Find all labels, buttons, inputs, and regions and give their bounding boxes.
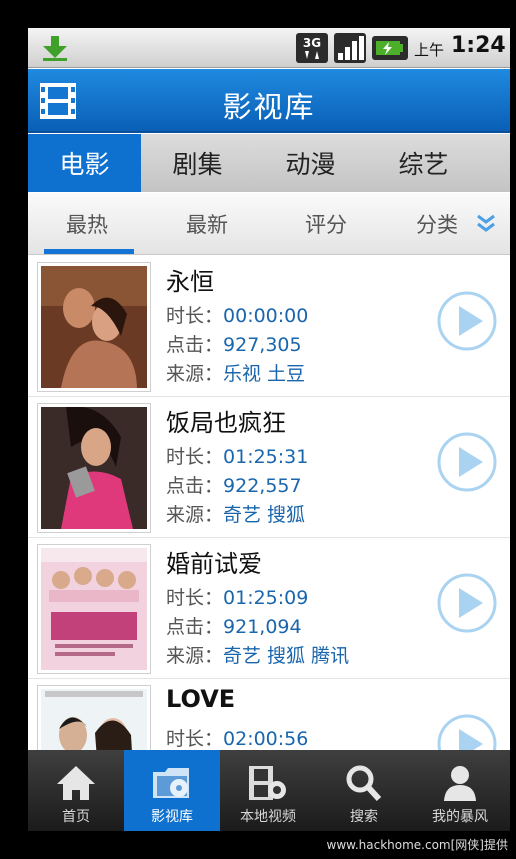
sort-tabs: 最热 最新 评分 分类 [28,193,510,255]
duration-label: 时长： [166,446,224,468]
sort-tab-rating[interactable]: 评分 [305,209,347,239]
movie-title[interactable]: 婚前试爱 [166,544,262,579]
nav-label: 搜索 [350,809,378,825]
source-line: 来源：奇艺 搜狐 [166,500,305,527]
title-bar: 影视库 [28,69,510,133]
signal-icon [334,33,366,63]
poster-image [41,689,147,750]
nav-library[interactable]: 影视库 [124,750,220,831]
list-item[interactable]: 婚前试爱 时长：01:25:09 点击：921,094 来源：奇艺 搜狐 腾讯 [28,538,510,679]
duration-value: 01:25:31 [223,446,309,468]
duration-line: 时长：00:00:00 [166,301,308,328]
nav-label: 本地视频 [240,809,296,825]
source-value[interactable]: 乐视 土豆 [223,363,305,385]
source-label: 来源： [166,363,224,385]
clicks-value: 927,305 [223,334,302,356]
clicks-value: 922,557 [223,475,302,497]
source-value[interactable]: 奇艺 搜狐 腾讯 [223,645,349,667]
movie-poster[interactable] [37,262,151,392]
nav-label: 我的暴风 [432,809,488,825]
duration-value: 02:00:56 [223,728,309,750]
tab-anime[interactable]: 动漫 [254,134,367,192]
sort-tab-category[interactable]: 分类 [416,209,458,239]
tab-variety[interactable]: 综艺 [367,134,480,192]
source-line: 来源：奇艺 搜狐 腾讯 [166,641,349,668]
duration-value: 01:25:09 [223,587,309,609]
movie-poster[interactable] [37,403,151,533]
duration-line: 时长：01:25:31 [166,442,308,469]
source-value[interactable]: 奇艺 搜狐 [223,504,305,526]
play-icon[interactable] [436,713,498,750]
page-title: 影视库 [222,90,316,124]
play-icon[interactable] [436,431,498,493]
nav-local-video[interactable]: 本地视频 [220,750,316,831]
film-gear-icon [249,766,286,800]
search-icon [346,765,382,802]
sort-tab-hottest[interactable]: 最热 [66,209,108,239]
movie-poster[interactable] [37,544,151,674]
am-pm-label: 上午 [414,41,445,59]
phone-screen: 3G 上午 1:24 影视库 电影 剧集 动漫 综艺 最热 最新 评分 分类 永… [28,28,510,831]
clicks-line: 点击：921,094 [166,612,302,639]
clicks-value: 921,094 [223,616,302,638]
duration-value: 00:00:00 [223,305,309,327]
movie-list: 永恒 时长：00:00:00 点击：927,305 来源：乐视 土豆 饭局也疯狂 [28,256,510,750]
network-3g-icon: 3G [296,33,328,63]
battery-charging-icon [372,36,408,60]
poster-image [41,407,147,529]
duration-line: 时长：02:00:56 [166,724,308,750]
nav-label: 影视库 [151,809,193,825]
category-tabs: 电影 剧集 动漫 综艺 [28,134,510,192]
tab-movies[interactable]: 电影 [28,134,141,192]
clicks-label: 点击： [166,616,224,638]
sort-tab-newest[interactable]: 最新 [186,209,228,239]
play-icon[interactable] [436,290,498,352]
user-icon [444,766,476,801]
nav-home[interactable]: 首页 [28,750,124,831]
duration-line: 时长：01:25:09 [166,583,308,610]
movie-title[interactable]: LOVE [166,685,235,713]
clock: 1:24 [451,33,506,58]
watermark: www.hackhome.com[网侠]提供 [326,838,509,852]
tab-series[interactable]: 剧集 [141,134,254,192]
clicks-line: 点击：922,557 [166,471,302,498]
movie-title[interactable]: 永恒 [166,262,214,297]
list-item[interactable]: 饭局也疯狂 时长：01:25:31 点击：922,557 来源：奇艺 搜狐 [28,397,510,538]
play-icon[interactable] [436,572,498,634]
bottom-nav: 首页 影视库 本地视频 搜索 我的暴风 [28,750,510,831]
network-label: 3G [303,36,321,50]
duration-label: 时长： [166,305,224,327]
nav-my-account[interactable]: 我的暴风 [412,750,508,831]
source-label: 来源： [166,645,224,667]
clicks-label: 点击： [166,475,224,497]
home-icon [57,766,95,800]
nav-search[interactable]: 搜索 [316,750,412,831]
poster-image [41,266,147,388]
list-item[interactable]: 永恒 时长：00:00:00 点击：927,305 来源：乐视 土豆 [28,256,510,397]
source-line: 来源：乐视 土豆 [166,359,305,386]
movie-poster[interactable] [37,685,151,750]
download-icon [43,36,67,61]
nav-label: 首页 [62,809,90,825]
status-bar: 3G 上午 1:24 [28,28,510,68]
double-chevron-down-icon[interactable] [476,213,496,233]
duration-label: 时长： [166,587,224,609]
film-folder-icon [153,768,189,798]
clicks-label: 点击： [166,334,224,356]
source-label: 来源： [166,504,224,526]
list-item[interactable]: LOVE 时长：02:00:56 [28,679,510,750]
duration-label: 时长： [166,728,224,750]
movie-title[interactable]: 饭局也疯狂 [166,403,286,438]
clicks-line: 点击：927,305 [166,330,302,357]
poster-image [41,548,147,670]
active-sort-indicator [44,249,134,254]
